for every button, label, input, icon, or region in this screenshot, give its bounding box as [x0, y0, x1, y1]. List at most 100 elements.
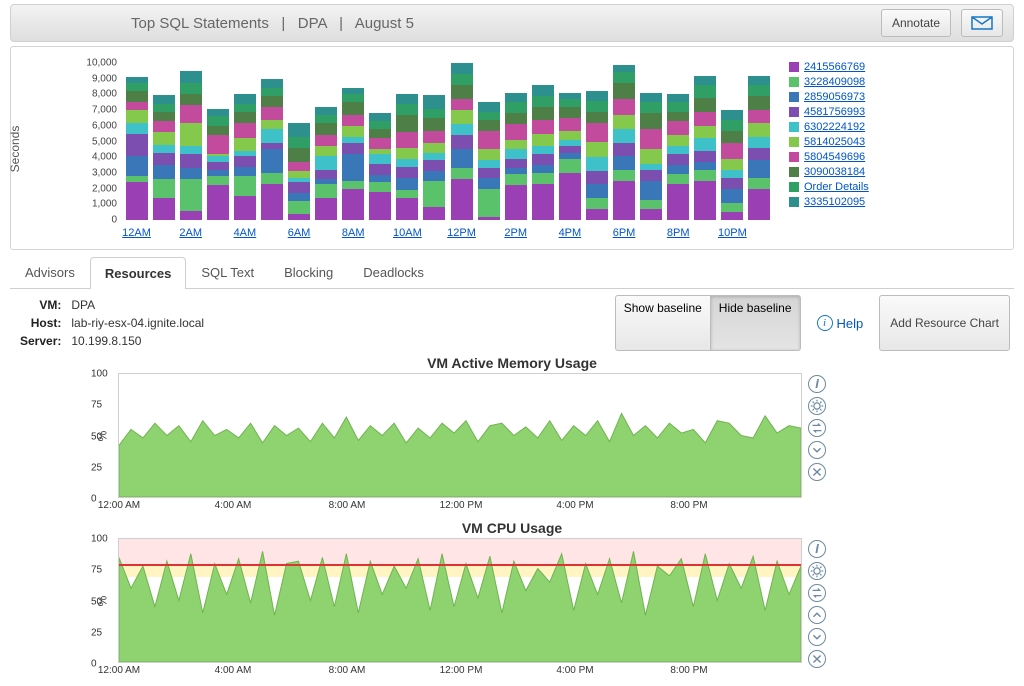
resource-plot[interactable]: %025507510012:00 AM4:00 AM8:00 AM12:00 P…: [118, 373, 802, 498]
legend-link[interactable]: 2859056973: [804, 91, 865, 103]
bar[interactable]: [694, 76, 716, 220]
app-header: Top SQL Statements | DPA | August 5 Anno…: [10, 4, 1014, 42]
legend-swatch: [789, 77, 799, 87]
info-icon[interactable]: i: [808, 540, 826, 558]
show-baseline-button[interactable]: Show baseline: [615, 295, 711, 351]
x-category-link[interactable]: 8AM: [342, 227, 365, 239]
legend-item[interactable]: Order Details: [789, 181, 899, 193]
add-resource-chart-button[interactable]: Add Resource Chart: [879, 295, 1010, 351]
bar[interactable]: [451, 63, 473, 220]
close-icon[interactable]: [808, 463, 826, 481]
x-category-link[interactable]: 4AM: [234, 227, 257, 239]
x-tick: 12:00 PM: [440, 665, 483, 676]
chev-up-icon[interactable]: [808, 606, 826, 624]
x-tick: 12:00 AM: [98, 500, 140, 511]
help-link[interactable]: i Help: [817, 295, 864, 351]
legend-link[interactable]: 3090038184: [804, 166, 865, 178]
legend-item[interactable]: 5814025043: [789, 136, 899, 148]
bar[interactable]: [207, 109, 229, 220]
bar[interactable]: [505, 93, 527, 220]
x-tick: 12:00 PM: [440, 500, 483, 511]
bar[interactable]: [721, 110, 743, 220]
legend-link[interactable]: Order Details: [804, 181, 869, 193]
y-tick: 25: [91, 462, 102, 473]
page-title: Top SQL Statements | DPA | August 5: [131, 15, 414, 32]
bar[interactable]: [180, 71, 202, 220]
bar[interactable]: [559, 93, 581, 220]
legend-item[interactable]: 3090038184: [789, 166, 899, 178]
legend-link[interactable]: 5804549696: [804, 151, 865, 163]
bar[interactable]: [423, 95, 445, 221]
x-category-link[interactable]: 6PM: [613, 227, 636, 239]
legend-item[interactable]: 4581756993: [789, 106, 899, 118]
legend-link[interactable]: 5814025043: [804, 136, 865, 148]
x-category-link[interactable]: 12PM: [447, 227, 476, 239]
gear-icon[interactable]: [808, 562, 826, 580]
y-axis-label: Seconds: [8, 126, 22, 173]
legend-item[interactable]: 2415566769: [789, 61, 899, 73]
x-category-link[interactable]: 2AM: [179, 227, 202, 239]
tab-advisors[interactable]: Advisors: [10, 256, 90, 288]
x-category-link[interactable]: 4PM: [559, 227, 582, 239]
legend-swatch: [789, 137, 799, 147]
tab-resources[interactable]: Resources: [90, 257, 186, 289]
bar[interactable]: [342, 88, 364, 220]
y-tick: 4,000: [81, 152, 117, 163]
legend-link[interactable]: 3228409098: [804, 76, 865, 88]
email-button[interactable]: [961, 9, 1003, 37]
legend-item[interactable]: 5804549696: [789, 151, 899, 163]
bar[interactable]: [153, 95, 175, 221]
tab-deadlocks[interactable]: Deadlocks: [348, 256, 439, 288]
bar[interactable]: [396, 94, 418, 220]
annotate-button[interactable]: Annotate: [881, 9, 951, 37]
mail-icon: [971, 16, 993, 30]
bar[interactable]: [748, 76, 770, 220]
resource-chart-title: VM CPU Usage: [14, 520, 1010, 536]
y-tick: 100: [91, 369, 108, 380]
resource-plot[interactable]: %025507510012:00 AM4:00 AM8:00 AM12:00 P…: [118, 538, 802, 663]
tab-sql-text[interactable]: SQL Text: [186, 256, 269, 288]
gear-icon[interactable]: [808, 397, 826, 415]
legend-item[interactable]: 6302224192: [789, 121, 899, 133]
legend-link[interactable]: 6302224192: [804, 121, 865, 133]
tab-blocking[interactable]: Blocking: [269, 256, 348, 288]
legend-link[interactable]: 4581756993: [804, 106, 865, 118]
x-category-link[interactable]: 8PM: [667, 227, 690, 239]
x-category-link[interactable]: 6AM: [288, 227, 311, 239]
x-category-link[interactable]: 10PM: [718, 227, 747, 239]
y-tick: 50: [91, 431, 102, 442]
bar[interactable]: [532, 85, 554, 220]
y-tick: 0: [91, 659, 97, 670]
bar[interactable]: [369, 113, 391, 220]
legend-swatch: [789, 92, 799, 102]
tab-bar: AdvisorsResourcesSQL TextBlockingDeadloc…: [10, 256, 1014, 289]
swap-icon[interactable]: [808, 419, 826, 437]
bar[interactable]: [315, 107, 337, 220]
legend-item[interactable]: 3228409098: [789, 76, 899, 88]
bar[interactable]: [613, 65, 635, 220]
x-category-link[interactable]: 10AM: [393, 227, 422, 239]
legend-item[interactable]: 2859056973: [789, 91, 899, 103]
bar[interactable]: [261, 79, 283, 220]
legend-item[interactable]: 3335102095: [789, 196, 899, 208]
x-category-link[interactable]: 12AM: [122, 227, 151, 239]
x-tick: 12:00 AM: [98, 665, 140, 676]
close-icon[interactable]: [808, 650, 826, 668]
x-category-link[interactable]: 2PM: [504, 227, 527, 239]
legend-link[interactable]: 3335102095: [804, 196, 865, 208]
info-icon[interactable]: i: [808, 375, 826, 393]
chev-down-icon[interactable]: [808, 628, 826, 646]
legend: 2415566769 3228409098 2859056973 4581756993…: [789, 61, 899, 245]
bar[interactable]: [234, 94, 256, 220]
bar[interactable]: [288, 123, 310, 220]
bar[interactable]: [586, 91, 608, 220]
bar[interactable]: [667, 94, 689, 220]
bar[interactable]: [126, 77, 148, 220]
x-tick: 4:00 PM: [556, 500, 593, 511]
legend-link[interactable]: 2415566769: [804, 61, 865, 73]
bar[interactable]: [640, 93, 662, 220]
swap-icon[interactable]: [808, 584, 826, 602]
hide-baseline-button[interactable]: Hide baseline: [711, 295, 801, 351]
bar[interactable]: [478, 102, 500, 220]
chev-down-icon[interactable]: [808, 441, 826, 459]
